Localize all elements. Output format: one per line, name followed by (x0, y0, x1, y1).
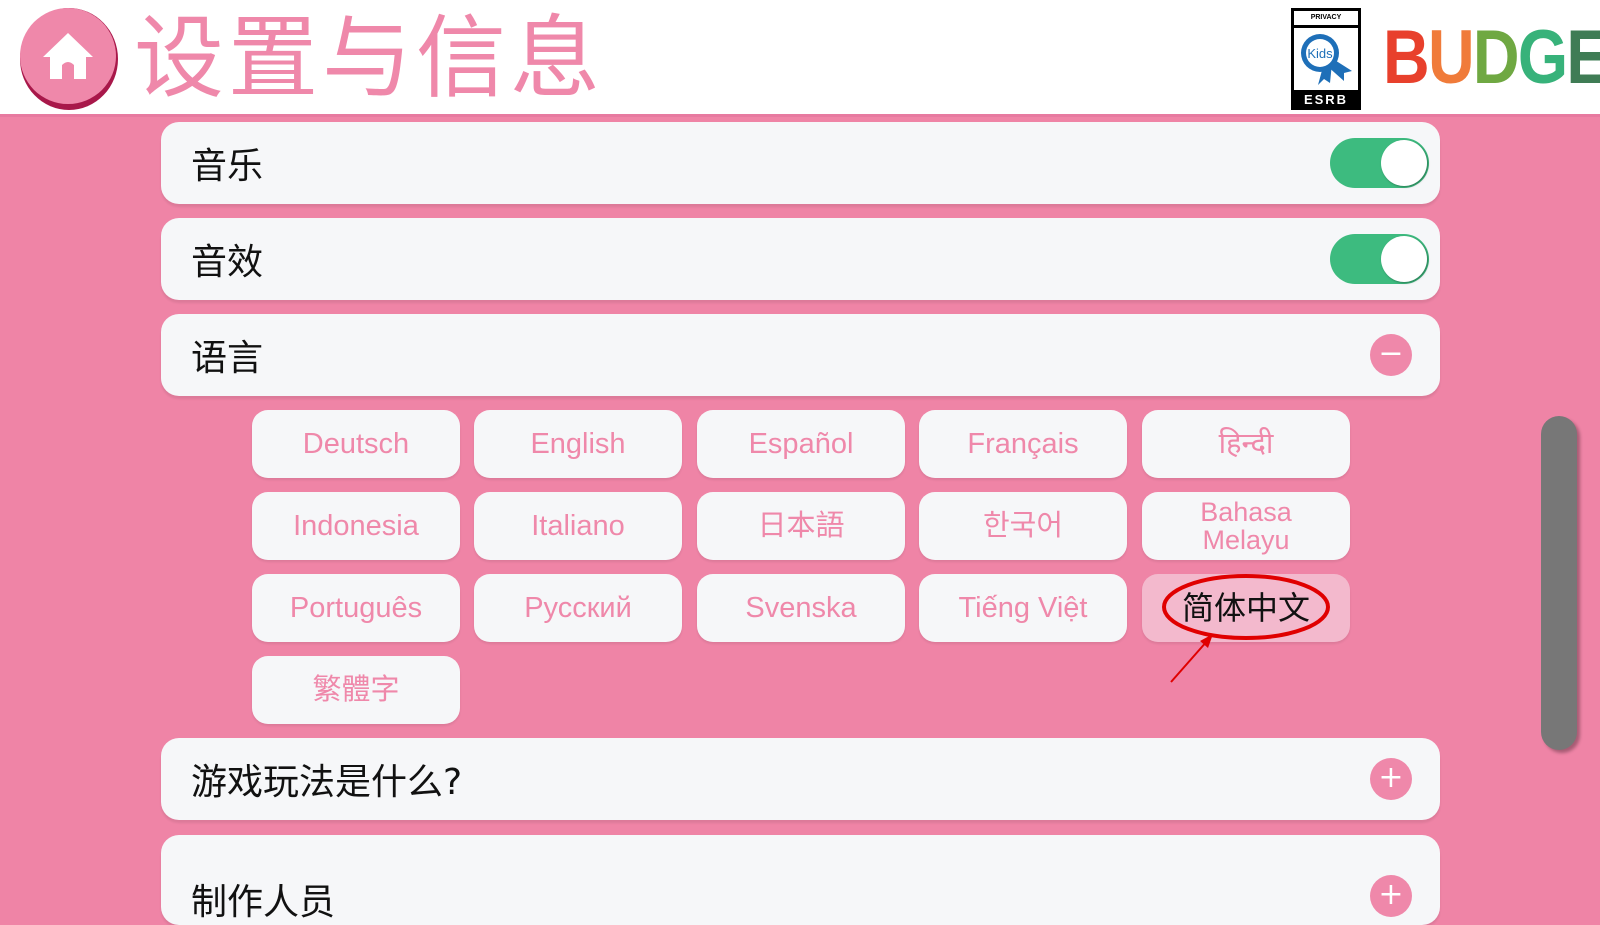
annotation-overlay (1162, 574, 1330, 683)
annotation-arrow (1170, 639, 1209, 683)
highlight-ellipse (1162, 574, 1330, 640)
